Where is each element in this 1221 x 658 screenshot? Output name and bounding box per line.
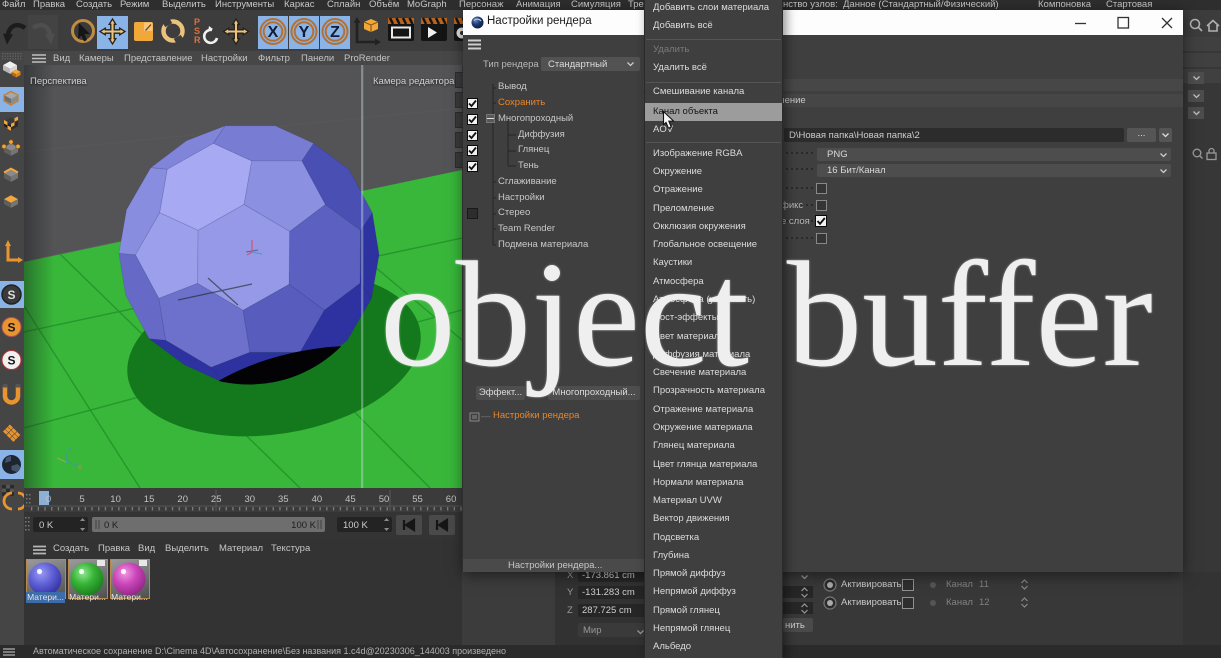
- svg-text:Z: Z: [330, 24, 340, 41]
- svg-text:0 K: 0 K: [39, 520, 54, 531]
- svg-text:20: 20: [177, 494, 188, 505]
- svg-text:40: 40: [312, 494, 323, 505]
- svg-text:30: 30: [245, 494, 256, 505]
- svg-text:55: 55: [412, 494, 423, 505]
- svg-text:35: 35: [278, 494, 289, 505]
- svg-text:45: 45: [345, 494, 356, 505]
- svg-text:0 K: 0 K: [104, 520, 119, 531]
- svg-text:15: 15: [144, 494, 155, 505]
- svg-text:X: X: [268, 24, 279, 41]
- svg-text:50: 50: [379, 494, 390, 505]
- svg-text:S: S: [7, 354, 15, 368]
- svg-text:60: 60: [446, 494, 457, 505]
- svg-text:z: z: [68, 447, 72, 454]
- svg-text:R: R: [194, 35, 201, 45]
- svg-text:5: 5: [79, 494, 84, 505]
- svg-text:10: 10: [110, 494, 121, 505]
- svg-text:0: 0: [46, 494, 51, 505]
- svg-text:S: S: [7, 288, 15, 302]
- svg-text:100 K: 100 K: [291, 520, 316, 531]
- svg-text:S: S: [7, 321, 15, 335]
- svg-text:100 K: 100 K: [343, 520, 368, 531]
- svg-text:Y: Y: [299, 24, 310, 41]
- svg-text:x: x: [78, 464, 82, 471]
